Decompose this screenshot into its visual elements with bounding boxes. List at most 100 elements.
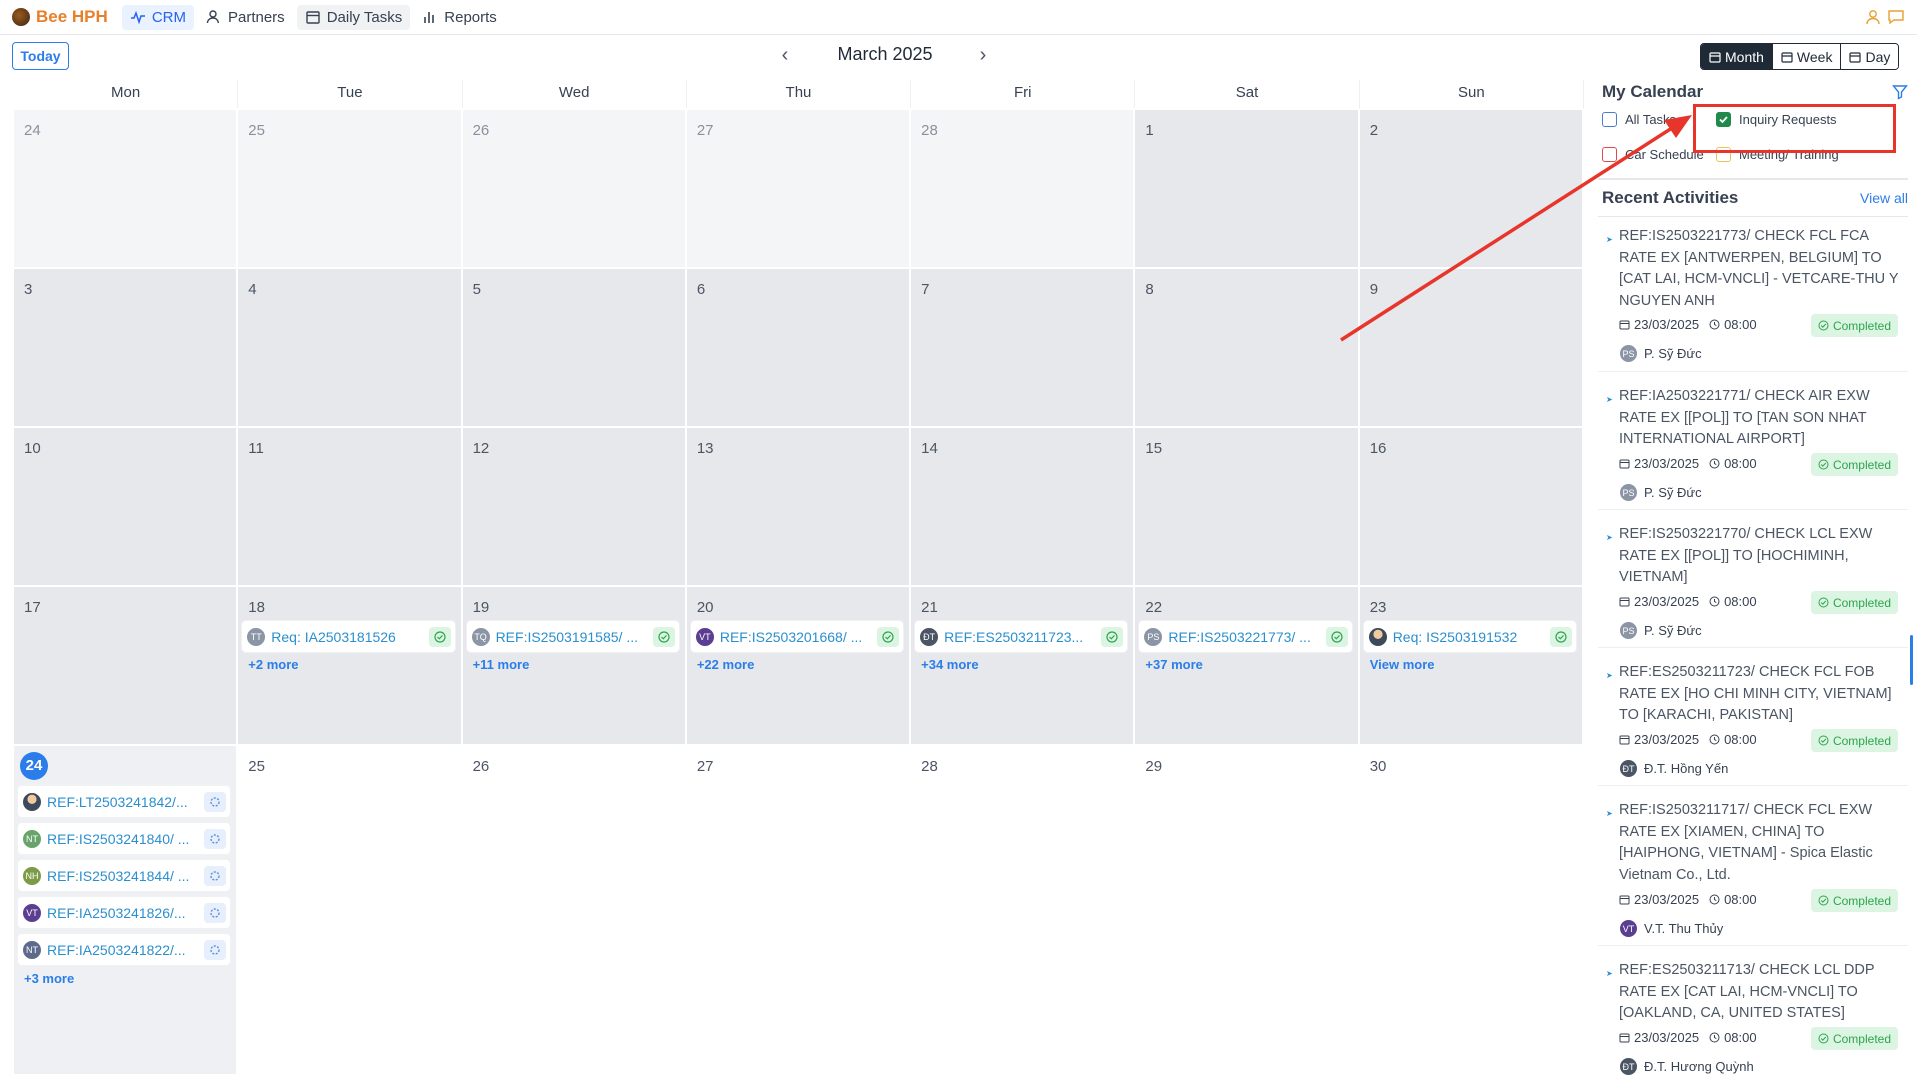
filter-all-tasks[interactable]: All Tasks [1602, 112, 1676, 127]
filter-car-schedule[interactable]: Car Schedule [1602, 147, 1704, 162]
user-profile-icon[interactable] [1865, 8, 1883, 26]
calendar-event[interactable]: VT REF:IA2503241826/... [18, 897, 231, 928]
activity-item[interactable]: ➤ REF:IS2503211717/ CHECK FCL EXW RATE E… [1598, 800, 1908, 946]
prev-month-button[interactable]: ‹ [775, 44, 795, 67]
day-cell[interactable]: 28 [911, 746, 1136, 1074]
day-cell[interactable]: 17 [14, 587, 239, 744]
filter-icon[interactable] [1892, 84, 1908, 100]
view-more-link[interactable]: View more [1370, 657, 1435, 672]
activity-bullet-icon: ➤ [1606, 533, 1613, 542]
calendar-event[interactable]: TT Req: IA2503181526 [242, 621, 455, 652]
view-month-button[interactable]: Month [1701, 44, 1772, 69]
more-events-link[interactable]: +11 more [473, 657, 530, 672]
chat-icon[interactable] [1887, 8, 1905, 26]
brand[interactable]: Bee HPH [12, 7, 108, 27]
calendar-event[interactable]: TQ REF:IS2503191585/ ... [466, 621, 679, 652]
day-number: 26 [472, 122, 490, 139]
weekday-wed: Wed [462, 80, 687, 108]
day-number: 25 [248, 122, 265, 139]
day-cell[interactable]: 26 [462, 110, 687, 267]
scrollbar[interactable] [1910, 635, 1913, 685]
calendar-event[interactable]: VT REF:IS2503201668/ ... [690, 621, 904, 652]
day-cell-today[interactable]: 24 REF:LT2503241842/... NT REF:IS2503241… [14, 746, 239, 1074]
day-cell[interactable]: 22 PS REF:IS2503221773/ ... +37 more [1135, 587, 1360, 744]
day-cell[interactable]: 11 [238, 428, 463, 585]
nav-item-daily-tasks[interactable]: Daily Tasks [296, 4, 411, 30]
view-day-button[interactable]: Day [1840, 44, 1899, 69]
recent-activities-title: Recent Activities [1602, 188, 1739, 207]
day-cell[interactable]: 28 [911, 110, 1136, 267]
calendar-event[interactable]: NT REF:IS2503241840/ ... [18, 823, 231, 854]
activity-item[interactable]: ➤ REF:IS2503221773/ CHECK FCL FCA RATE E… [1598, 226, 1908, 372]
day-cell[interactable]: 3 [14, 269, 239, 426]
activity-item[interactable]: ➤ REF:IS2503221770/ CHECK LCL EXW RATE E… [1598, 524, 1908, 648]
calendar-icon [1619, 895, 1630, 905]
weekday-mon: Mon [14, 80, 239, 108]
day-cell[interactable]: 12 [462, 428, 687, 585]
day-cell[interactable]: 25 [238, 110, 463, 267]
activity-item[interactable]: ➤ REF:ES2503211713/ CHECK LCL DDP RATE E… [1598, 960, 1908, 1084]
day-cell[interactable]: 8 [1135, 269, 1360, 426]
activity-item[interactable]: ➤ REF:ES2503211723/ CHECK FCL FOB RATE E… [1598, 662, 1908, 786]
day-cell[interactable]: 24 [14, 110, 239, 267]
calendar-event[interactable]: ĐT REF:ES2503211723... [915, 621, 1128, 652]
nav-item-partners[interactable]: Partners [198, 5, 293, 30]
activity-user: PS P. Sỹ Đức [1619, 621, 1702, 640]
calendar-event[interactable]: Req: IS2503191532 [1363, 621, 1576, 652]
check-circle-icon [1818, 597, 1829, 608]
more-events-link[interactable]: +3 more [24, 971, 74, 986]
day-cell[interactable]: 2 [1359, 110, 1584, 267]
avatar: ĐT [1619, 759, 1638, 778]
day-cell[interactable]: 6 [686, 269, 912, 426]
activity-item[interactable]: ➤ REF:IA2503221771/ CHECK AIR EXW RATE E… [1598, 386, 1908, 510]
day-cell[interactable]: 18 TT Req: IA2503181526 +2 more [238, 587, 463, 744]
calendar-event[interactable]: PS REF:IS2503221773/ ... [1139, 621, 1352, 652]
day-cell[interactable]: 13 [686, 428, 912, 585]
activity-title: REF:IS2503211717/ CHECK FCL EXW RATE EX … [1619, 802, 1873, 883]
more-events-link[interactable]: +34 more [921, 657, 978, 672]
view-week-button[interactable]: Week [1771, 44, 1841, 69]
checkbox[interactable] [1602, 112, 1617, 127]
day-cell[interactable]: 4 [238, 269, 463, 426]
day-cell[interactable]: 10 [14, 428, 239, 585]
day-cell[interactable]: 27 [686, 746, 912, 1074]
day-cell[interactable]: 5 [462, 269, 687, 426]
day-cell[interactable]: 16 [1359, 428, 1584, 585]
week-row: 24 25 26 27 28 1 2 [14, 108, 1584, 267]
day-number: 5 [472, 281, 481, 298]
checkbox[interactable] [1602, 147, 1617, 162]
divider [1598, 216, 1908, 217]
day-cell[interactable]: 26 [462, 746, 687, 1074]
day-cell[interactable]: 27 [686, 110, 912, 267]
in-progress-icon [204, 902, 227, 923]
status-label: Completed [1832, 733, 1891, 748]
calendar-event[interactable]: REF:LT2503241842/... [18, 786, 231, 817]
more-events-link[interactable]: +37 more [1145, 657, 1202, 672]
clock-icon [1709, 734, 1720, 745]
day-cell[interactable]: 30 [1359, 746, 1584, 1074]
day-cell[interactable]: 21 ĐT REF:ES2503211723... +34 more [911, 587, 1136, 744]
nav-item-crm[interactable]: CRM [121, 4, 194, 30]
nav-item-reports[interactable]: Reports [414, 5, 505, 30]
day-cell[interactable]: 1 [1135, 110, 1360, 267]
view-label: Month [1725, 48, 1764, 65]
calendar-event[interactable]: NT REF:IA2503241822/... [18, 934, 231, 965]
today-button[interactable]: Today [12, 42, 69, 70]
day-cell[interactable]: 15 [1135, 428, 1360, 585]
next-month-button[interactable]: › [973, 44, 993, 67]
day-cell[interactable]: 29 [1135, 746, 1360, 1074]
day-cell[interactable]: 14 [911, 428, 1136, 585]
more-events-link[interactable]: +22 more [697, 657, 754, 672]
user-name: P. Sỹ Đức [1644, 623, 1702, 638]
view-all-link[interactable]: View all [1860, 190, 1908, 206]
more-events-link[interactable]: +2 more [248, 657, 298, 672]
day-number: 16 [1369, 440, 1387, 457]
day-cell[interactable]: 9 [1359, 269, 1584, 426]
day-cell[interactable]: 19 TQ REF:IS2503191585/ ... +11 more [462, 587, 687, 744]
calendar-event[interactable]: NH REF:IS2503241844/ ... [18, 860, 231, 891]
day-number: 24 [24, 122, 41, 139]
day-cell[interactable]: 20 VT REF:IS2503201668/ ... +22 more [686, 587, 912, 744]
day-cell[interactable]: 23 Req: IS2503191532 View more [1359, 587, 1584, 744]
day-cell[interactable]: 7 [911, 269, 1136, 426]
day-cell[interactable]: 25 [238, 746, 463, 1074]
